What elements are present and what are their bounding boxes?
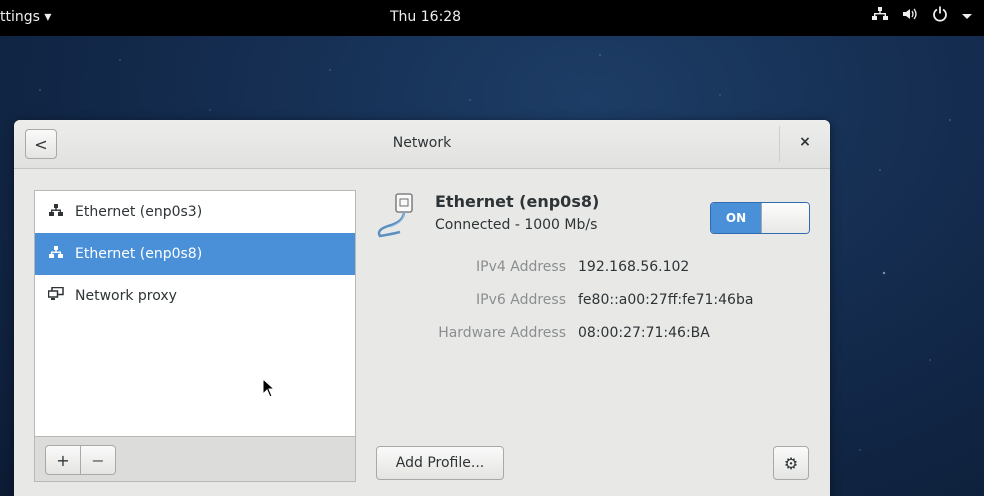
system-tray[interactable] (872, 6, 972, 26)
clock[interactable]: Thu 16:28 (390, 9, 461, 25)
network-proxy-icon (47, 286, 65, 305)
top-bar: ttings ▾ Thu 16:28 (0, 0, 984, 36)
title-bar: < Network × (14, 120, 830, 169)
power-icon[interactable] (932, 6, 948, 26)
ethernet-cable-icon (374, 192, 426, 240)
device-name: Ethernet (enp0s8) (435, 192, 600, 211)
ipv4-address-label: IPv4 Address (476, 259, 566, 275)
title-separator (779, 126, 780, 162)
minus-icon: − (91, 450, 105, 470)
sidebar-item-ethernet-enp0s3[interactable]: Ethernet (enp0s3) (35, 191, 355, 233)
wired-network-icon (47, 246, 65, 262)
ipv6-address-value: fe80::a00:27ff:fe71:46ba (578, 292, 754, 308)
chevron-down-icon[interactable] (962, 8, 972, 24)
network-icon[interactable] (872, 7, 888, 25)
sidebar-item-label: Network proxy (75, 288, 177, 304)
wired-network-icon (47, 204, 65, 220)
network-settings-window: < Network × Ethernet (enp0s3) Ethernet (… (14, 120, 830, 496)
hardware-address-value: 08:00:27:71:46:BA (578, 325, 710, 341)
sidebar-item-network-proxy[interactable]: Network proxy (35, 275, 355, 317)
mouse-pointer-icon (262, 377, 276, 402)
device-status: Connected - 1000 Mb/s (435, 217, 598, 233)
sidebar-item-ethernet-enp0s8[interactable]: Ethernet (enp0s8) (35, 233, 355, 275)
ipv4-address-value: 192.168.56.102 (578, 259, 690, 275)
remove-connection-button[interactable]: − (81, 445, 116, 475)
hardware-address-label: Hardware Address (438, 325, 566, 341)
list-toolbar: + − (34, 436, 356, 482)
volume-icon[interactable] (902, 7, 918, 25)
gear-icon: ⚙ (783, 453, 799, 473)
window-title: Network (392, 135, 452, 151)
app-menu[interactable]: ttings ▾ (0, 9, 51, 25)
switch-knob[interactable] (761, 203, 809, 233)
switch-on-label: ON (711, 203, 761, 233)
add-connection-button[interactable]: + (45, 445, 81, 475)
plus-icon: + (56, 450, 70, 470)
connection-settings-button[interactable]: ⚙ (773, 446, 809, 480)
sidebar-item-label: Ethernet (enp0s8) (75, 246, 203, 262)
close-button[interactable]: × (793, 134, 817, 154)
ipv6-address-label: IPv6 Address (476, 292, 566, 308)
add-profile-button[interactable]: Add Profile... (376, 446, 504, 480)
connection-list: Ethernet (enp0s3) Ethernet (enp0s8) Netw… (34, 190, 356, 437)
close-icon: × (799, 134, 811, 150)
connection-toggle-switch[interactable]: ON (710, 202, 810, 234)
sidebar-item-label: Ethernet (enp0s3) (75, 204, 203, 220)
